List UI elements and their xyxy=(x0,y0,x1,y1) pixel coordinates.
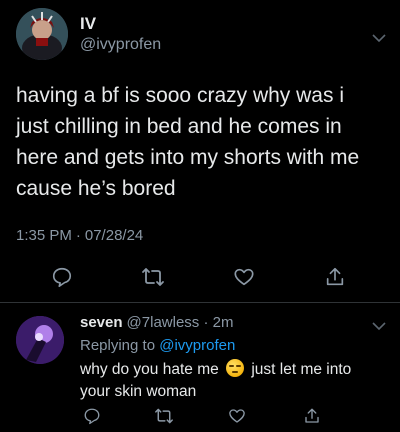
reply-retweet-icon[interactable] xyxy=(152,404,176,428)
reply-avatar[interactable] xyxy=(16,316,64,364)
reply-share-icon[interactable] xyxy=(300,404,324,428)
retweet-icon[interactable] xyxy=(138,262,168,292)
reply-actions xyxy=(80,404,400,428)
reply-avatar-image xyxy=(16,316,64,364)
replying-to-mention[interactable]: @ivyprofen xyxy=(159,337,235,354)
avatar-image xyxy=(16,8,68,60)
reply-reply-icon[interactable] xyxy=(80,404,104,428)
reply-text-part-1: why do you hate me xyxy=(80,361,219,378)
like-icon[interactable] xyxy=(229,262,259,292)
reply-header: seven @7lawless · 2m xyxy=(80,314,234,331)
reply-handle[interactable]: @7lawless xyxy=(127,314,200,331)
timestamp: 1:35 PM · 07/28/24 xyxy=(16,227,143,244)
more-options-icon[interactable] xyxy=(372,30,386,48)
reply-text: why do you hate me just let me into your… xyxy=(80,359,380,403)
handle[interactable]: @ivyprofen xyxy=(80,36,161,54)
reply-more-options-icon[interactable] xyxy=(372,318,386,336)
reply-display-name[interactable]: seven xyxy=(80,314,123,331)
reply-icon[interactable] xyxy=(47,262,77,292)
tweet-actions xyxy=(0,262,400,292)
tweet-text: having a bf is sooo crazy why was i just… xyxy=(16,84,360,200)
unamused-face-emoji-icon xyxy=(226,359,245,377)
share-icon[interactable] xyxy=(320,262,350,292)
reply-time[interactable]: 2m xyxy=(213,314,234,331)
reply-like-icon[interactable] xyxy=(225,404,249,428)
divider xyxy=(0,302,400,303)
replying-prefix: Replying to xyxy=(80,337,156,354)
separator: · xyxy=(203,314,209,331)
tweet-time: 1:35 PM xyxy=(16,227,72,244)
display-name[interactable]: IV xyxy=(80,14,96,34)
replying-to: Replying to @ivyprofen xyxy=(80,337,235,354)
avatar[interactable] xyxy=(16,8,68,60)
tweet-date: 07/28/24 xyxy=(84,227,144,244)
separator: · xyxy=(75,227,81,244)
